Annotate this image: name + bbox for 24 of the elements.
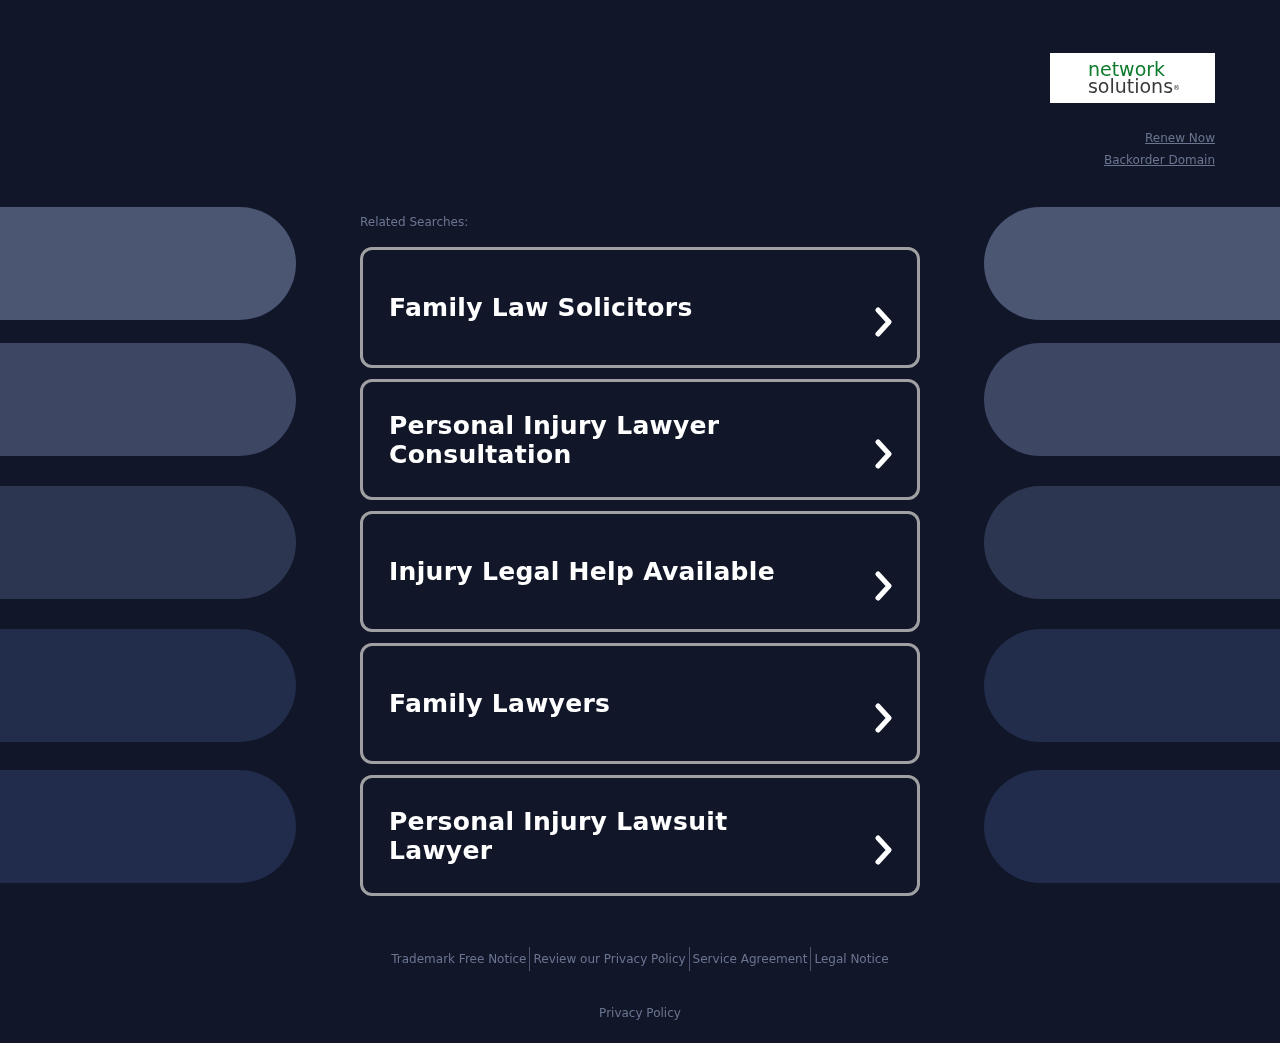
chevron-right-icon: [875, 306, 893, 337]
privacy-policy-link[interactable]: Privacy Policy: [599, 1004, 681, 1022]
chevron-right-icon: [875, 438, 893, 469]
footer-link[interactable]: Review our Privacy Policy: [532, 950, 687, 968]
search-link[interactable]: Personal Injury Lawyer Consultation: [360, 379, 920, 500]
search-link[interactable]: Personal Injury Lawsuit Lawyer: [360, 775, 920, 896]
footer-link[interactable]: Service Agreement: [691, 950, 809, 968]
search-title: Family Lawyers: [389, 689, 612, 718]
footer-link[interactable]: Trademark Free Notice: [390, 950, 528, 968]
search-title: Personal Injury Lawsuit Lawyer: [389, 806, 729, 865]
search-link[interactable]: Injury Legal Help Available: [360, 511, 920, 632]
chevron-right-icon: [875, 834, 893, 865]
search-title: Personal Injury Lawyer Consultation: [389, 410, 721, 469]
logo[interactable]: network solutions$^{®}$: [1050, 53, 1215, 103]
header-link[interactable]: Renew Now: [1145, 130, 1215, 146]
chevron-right-icon: [875, 570, 893, 601]
footer-link[interactable]: Legal Notice: [813, 950, 890, 968]
search-link[interactable]: Family Lawyers: [360, 643, 920, 764]
header-link[interactable]: Backorder Domain: [1103, 152, 1215, 168]
search-title: Injury Legal Help Available: [389, 557, 776, 586]
search-link[interactable]: Family Law Solicitors: [360, 247, 920, 368]
search-title: Family Law Solicitors: [389, 293, 694, 322]
related-searches-label: Related Searches:: [360, 214, 470, 230]
chevron-right-icon: [875, 702, 893, 733]
